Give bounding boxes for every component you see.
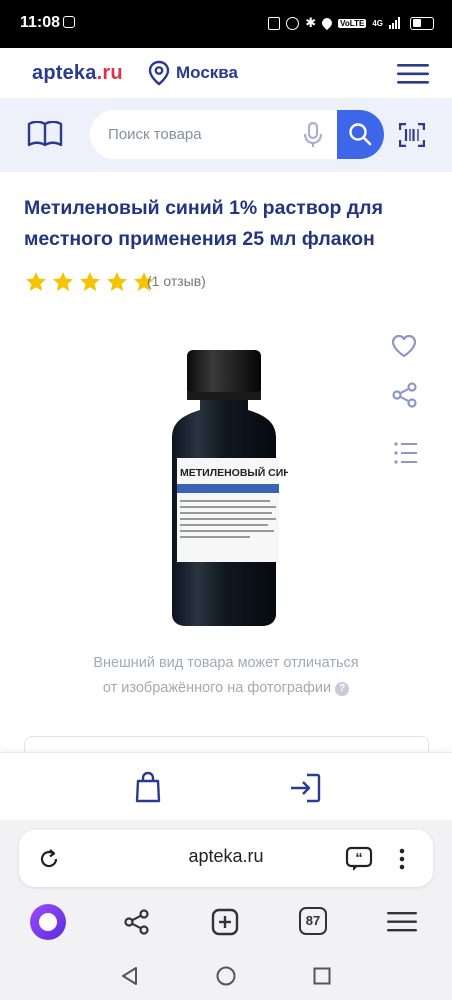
city-selector[interactable]: Москва xyxy=(176,63,238,83)
product-image[interactable]: МЕТИЛЕНОВЫЙ СИНИЙ xyxy=(168,346,288,628)
nfc-icon xyxy=(268,16,281,30)
browser-menu-icon[interactable] xyxy=(387,911,417,933)
battery-icon xyxy=(410,16,434,30)
status-bar: 11:08 ✱ VoLTE 4G xyxy=(0,0,452,48)
star-icon xyxy=(107,272,127,291)
cart-bag-icon[interactable] xyxy=(135,771,161,803)
photo-disclaimer-line1: Внешний вид товара может отличаться xyxy=(93,655,359,671)
product-title: Метиленовый синий 1% раствор для местног… xyxy=(24,197,383,251)
search-placeholder: Поиск товара xyxy=(108,126,202,143)
browser-share-icon[interactable] xyxy=(124,909,150,935)
home-nav-icon[interactable] xyxy=(216,966,236,986)
more-vertical-icon[interactable] xyxy=(398,848,406,870)
logo-text: apteka xyxy=(32,62,97,84)
tabs-counter-button[interactable]: 87 xyxy=(299,907,327,935)
quote-bubble-icon[interactable]: “ xyxy=(345,846,373,872)
signal-icon xyxy=(389,17,400,29)
site-logo[interactable]: apteka.ru xyxy=(32,62,123,85)
share-icon[interactable] xyxy=(392,382,418,408)
location-icon xyxy=(320,15,335,31)
help-icon[interactable]: ? xyxy=(335,681,350,696)
svg-text:“: “ xyxy=(355,850,363,867)
login-icon[interactable] xyxy=(289,773,321,803)
photo-disclaimer: Внешний вид товара может отличаться от и… xyxy=(60,651,392,702)
bluetooth-icon: ✱ xyxy=(305,15,317,30)
favorite-heart-icon[interactable] xyxy=(391,334,417,358)
bottle-label-text: МЕТИЛЕНОВЫЙ СИНИЙ xyxy=(180,466,288,479)
star-icon xyxy=(26,272,46,291)
instagram-icon xyxy=(63,16,75,28)
url-text[interactable]: apteka.ru xyxy=(0,846,452,867)
alice-assistant-icon[interactable] xyxy=(29,903,67,941)
status-icons: ✱ VoLTE 4G xyxy=(268,15,434,31)
microphone-icon[interactable] xyxy=(303,121,323,149)
catalog-book-icon[interactable] xyxy=(27,121,63,149)
new-tab-plus-icon[interactable] xyxy=(211,908,239,936)
photo-disclaimer-line2-row: от изображённого на фотографии ? xyxy=(60,676,392,701)
search-icon xyxy=(349,123,372,146)
location-pin-icon[interactable] xyxy=(148,60,170,86)
reviews-link[interactable]: (1 отзыв) xyxy=(147,273,206,289)
rating-stars xyxy=(24,271,156,293)
back-nav-icon[interactable] xyxy=(120,966,138,986)
bottom-action-bar xyxy=(0,752,452,820)
alarm-icon xyxy=(286,16,300,30)
star-icon xyxy=(80,272,100,291)
search-button[interactable] xyxy=(337,110,384,159)
list-details-icon[interactable] xyxy=(394,442,418,464)
status-time: 11:08 xyxy=(20,14,61,31)
recents-nav-icon[interactable] xyxy=(313,967,331,985)
logo-tld: .ru xyxy=(96,62,123,84)
network-type: 4G xyxy=(372,18,383,28)
menu-icon[interactable] xyxy=(397,63,429,85)
barcode-scan-icon[interactable] xyxy=(399,123,425,147)
star-icon xyxy=(53,272,73,291)
volte-badge: VoLTE xyxy=(338,18,367,28)
photo-disclaimer-line2: от изображённого на фотографии xyxy=(102,680,332,697)
